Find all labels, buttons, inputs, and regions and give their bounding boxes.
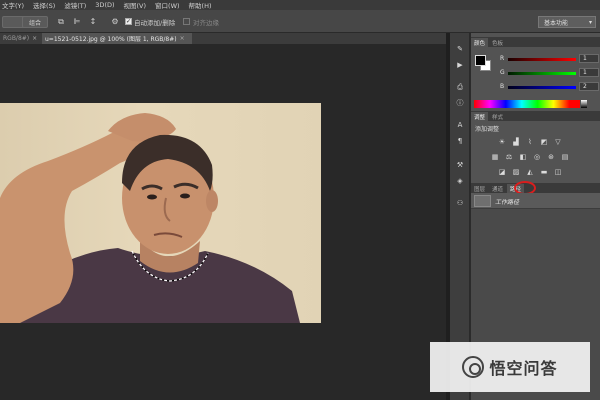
swatches-icon[interactable]: ◈: [453, 175, 467, 187]
document-tab-label: RGB/8#): [3, 35, 30, 42]
watermark: 悟空问答: [430, 342, 590, 392]
channel-letter: R: [500, 55, 505, 62]
menu-item-select[interactable]: 选择(S): [33, 0, 55, 10]
channel-letter: B: [500, 83, 505, 90]
levels-icon[interactable]: ▟: [511, 137, 521, 146]
close-icon[interactable]: ×: [180, 35, 185, 42]
hue-saturation-icon[interactable]: ▦: [490, 152, 500, 161]
wukong-logo-icon: [462, 356, 485, 378]
brush-icon[interactable]: ✎: [453, 43, 467, 55]
align-edges-checkbox[interactable]: [183, 18, 190, 25]
gradient-map-icon[interactable]: ▬: [539, 167, 549, 176]
document-tab-active[interactable]: u=1521-0512.jpg @ 100% (图层 1, RGB/8#) ×: [42, 33, 192, 44]
color-channel-b: B 2: [500, 82, 600, 92]
watermark-text: 悟空问答: [489, 359, 558, 378]
invert-icon[interactable]: ◪: [497, 167, 507, 176]
grayscale-ramp[interactable]: [581, 100, 587, 108]
menu-item-view[interactable]: 视图(V): [124, 0, 147, 10]
green-value-field[interactable]: 1: [579, 68, 599, 77]
auto-add-delete-checkbox[interactable]: ✓: [125, 18, 132, 25]
paragraph-icon[interactable]: ¶: [453, 135, 467, 147]
menu-bar: 文字(Y) 选择(S) 滤镜(T) 3D(D) 视图(V) 窗口(W) 帮助(H…: [0, 0, 600, 10]
posterize-icon[interactable]: ▨: [511, 167, 521, 176]
document-tab-bar: RGB/8#) × u=1521-0512.jpg @ 100% (图层 1, …: [0, 33, 446, 44]
channel-letter: G: [500, 69, 505, 76]
tab-layers[interactable]: 图层: [471, 184, 489, 193]
blue-slider[interactable]: [508, 86, 576, 89]
align-edges-label: 对齐边缘: [193, 19, 219, 27]
photo-illustration: [0, 113, 300, 323]
color-balance-icon[interactable]: ⚖: [504, 152, 514, 161]
history-icon[interactable]: ⎙: [453, 81, 467, 93]
list-item[interactable]: 工作路径: [471, 193, 600, 209]
vibrance-icon[interactable]: ▽: [553, 137, 563, 146]
info-icon[interactable]: ⓘ: [453, 97, 467, 109]
color-channel-g: G 1: [500, 68, 600, 78]
photo-filter-icon[interactable]: ◎: [532, 152, 542, 161]
gear-icon[interactable]: ⚙: [110, 16, 120, 27]
tab-swatches[interactable]: 色板: [489, 38, 507, 47]
selective-color-icon[interactable]: ◫: [553, 167, 563, 176]
menu-item-text[interactable]: 文字(Y): [2, 0, 24, 10]
close-icon[interactable]: ×: [32, 35, 37, 42]
combine-button[interactable]: 组合: [22, 16, 48, 28]
tool-presets-icon[interactable]: ⚒: [453, 159, 467, 171]
options-bar: 组合 ⧉ ⊫ ↕ ⚙ ✓ 自动添加/删除 对齐边缘 基本功能: [0, 10, 600, 33]
brightness-contrast-icon[interactable]: ☀: [497, 137, 507, 146]
document-tab-previous[interactable]: RGB/8#) ×: [0, 33, 38, 44]
menu-item-3d[interactable]: 3D(D): [95, 1, 114, 9]
character-icon[interactable]: A: [453, 119, 467, 131]
tab-channels[interactable]: 通道: [489, 184, 507, 193]
play-icon[interactable]: ▶: [453, 59, 467, 71]
color-panel-tabs: 颜色 色板: [471, 37, 600, 47]
black-white-icon[interactable]: ◧: [518, 152, 528, 161]
tab-adjustments[interactable]: 调整: [471, 112, 489, 121]
clone-source-icon[interactable]: ⚇: [453, 197, 467, 209]
workspace-select[interactable]: 基本功能: [538, 16, 596, 28]
path-name: 工作路径: [495, 199, 520, 206]
auto-add-delete-label: 自动添加/删除: [134, 19, 176, 27]
path-thumbnail: [474, 195, 491, 207]
tab-color[interactable]: 颜色: [471, 38, 489, 47]
menu-item-filter[interactable]: 滤镜(T): [64, 0, 86, 10]
curves-icon[interactable]: ⌇: [525, 137, 535, 146]
green-slider[interactable]: [508, 72, 576, 75]
color-channel-r: R 1: [500, 54, 600, 64]
path-arrangement-icon[interactable]: ↕: [88, 16, 98, 27]
color-lookup-icon[interactable]: ▤: [560, 152, 570, 161]
tab-styles[interactable]: 样式: [489, 112, 507, 121]
adjustments-panel-tabs: 调整 样式: [471, 111, 600, 121]
document-tab-label: u=1521-0512.jpg @ 100% (图层 1, RGB/8#): [45, 36, 177, 43]
menu-item-window[interactable]: 窗口(W): [155, 0, 180, 10]
channel-mixer-icon[interactable]: ⊛: [546, 152, 556, 161]
exposure-icon[interactable]: ◩: [539, 137, 549, 146]
foreground-color-swatch[interactable]: [475, 55, 486, 66]
document-image[interactable]: [0, 103, 321, 323]
red-value-field[interactable]: 1: [579, 54, 599, 63]
menu-item-help[interactable]: 帮助(H): [189, 0, 212, 10]
add-adjustment-title: 添加调整: [475, 126, 500, 133]
path-operations-icon[interactable]: ⧉: [56, 16, 66, 27]
blue-value-field[interactable]: 2: [579, 82, 599, 91]
threshold-icon[interactable]: ◭: [525, 167, 535, 176]
red-slider[interactable]: [508, 58, 576, 61]
path-alignment-icon[interactable]: ⊫: [72, 16, 82, 27]
color-spectrum-bar[interactable]: [474, 100, 580, 108]
